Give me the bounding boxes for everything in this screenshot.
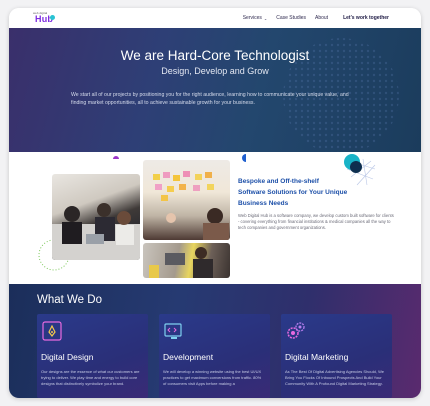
team-meeting-photo bbox=[52, 174, 140, 260]
service-card-digital-design[interactable]: Digital Design Our designs are the essen… bbox=[37, 314, 148, 398]
nav-item-about-label: About bbox=[315, 15, 329, 21]
hero-title: We are Hard-Core Technologist bbox=[120, 48, 310, 63]
site-logo[interactable]: web digital Hub bbox=[33, 11, 55, 24]
about-heading: Bespoke and Off-the-shelf Software Solut… bbox=[238, 178, 348, 207]
purple-half-circle-decoration bbox=[113, 156, 119, 162]
main-menu: Services ⌄ Case Studies About Let's work… bbox=[243, 8, 389, 28]
service-card-body: Our designs are the essence of what our … bbox=[41, 369, 140, 387]
nav-item-services-label: Services bbox=[242, 15, 262, 21]
about-section: Bespoke and Off-the-shelf Software Solut… bbox=[9, 152, 421, 284]
hero-description: We start all of our projects by position… bbox=[71, 92, 349, 106]
nav-item-services[interactable]: Services ⌄ bbox=[243, 15, 268, 21]
laptop-team-photo bbox=[143, 243, 230, 278]
design-tablet-icon bbox=[42, 321, 62, 341]
marketing-gears-icon bbox=[287, 322, 305, 339]
service-card-title: Development bbox=[163, 352, 214, 362]
service-card-body: We will develop a winning website using … bbox=[163, 369, 262, 387]
services-heading: What We Do bbox=[37, 294, 102, 306]
nav-item-case-studies[interactable]: Case Studies bbox=[276, 15, 306, 21]
service-card-body: As The Best Of Digital Advertising Agenc… bbox=[285, 369, 385, 387]
service-card-development[interactable]: Development We will develop a winning we… bbox=[159, 314, 270, 398]
nav-item-case-studies-label: Case Studies bbox=[276, 15, 306, 21]
sticky-notes-photo bbox=[143, 160, 230, 240]
contact-cta-label: Let's work together bbox=[343, 15, 389, 21]
about-description: Web Digital Hub is a software company, w… bbox=[238, 213, 394, 230]
nav-item-about[interactable]: About bbox=[315, 15, 328, 21]
hero-subtitle: Design, Develop and Grow bbox=[161, 66, 269, 76]
chevron-down-icon: ⌄ bbox=[263, 15, 268, 21]
blue-half-circle-decoration bbox=[242, 154, 250, 162]
logo-dot-icon bbox=[50, 15, 55, 20]
service-card-title: Digital Marketing bbox=[285, 352, 349, 362]
hero-section: We are Hard-Core Technologist Design, De… bbox=[9, 28, 421, 152]
top-navbar: web digital Hub Services ⌄ Case Studies … bbox=[9, 8, 421, 28]
browser-frame: web digital Hub Services ⌄ Case Studies … bbox=[9, 8, 421, 398]
development-monitor-icon bbox=[164, 323, 182, 339]
service-card-digital-marketing[interactable]: Digital Marketing As The Best Of Digital… bbox=[281, 314, 392, 398]
navy-circle-decoration bbox=[350, 161, 362, 173]
services-section: What We Do Digital Design Our designs ar… bbox=[9, 284, 421, 398]
service-card-title: Digital Design bbox=[41, 352, 94, 362]
contact-cta-link[interactable]: Let's work together bbox=[343, 15, 389, 21]
